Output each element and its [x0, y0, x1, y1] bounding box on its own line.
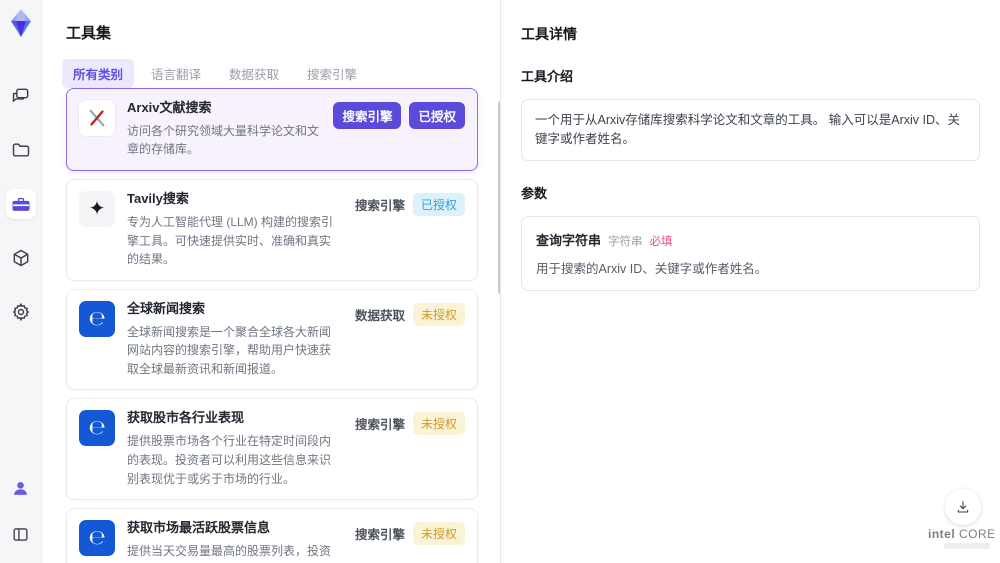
tool-name: 获取市场最活跃股票信息 [127, 520, 271, 536]
blue-e-logo-icon: ℮ [79, 410, 115, 447]
sidebar-item-tools[interactable] [5, 189, 36, 219]
arxiv-logo-icon [79, 100, 115, 136]
category-tabs: 所有类别 语言翻译 数据获取 搜索引擎 [62, 59, 500, 88]
detail-title: 工具详情 [521, 26, 577, 42]
blue-e-logo-icon: ℮ [79, 520, 115, 557]
category-label: 数据获取 [354, 308, 405, 323]
tab-all-categories[interactable]: 所有类别 [62, 59, 135, 88]
intel-badge-sub [944, 543, 990, 549]
tool-description: 提供当天交易量最高的股票列表，投资者可以利用这些信息来识别流动性强的股票和潜在的… [127, 543, 332, 563]
tool-intro-text: 一个用于从Arxiv存储库搜索科学论文和文章的工具。 输入可以是Arxiv ID… [521, 99, 980, 161]
core-brand-text: CORE [959, 527, 996, 541]
tool-name: 获取股市各行业表现 [127, 410, 245, 426]
chat-icon [12, 88, 28, 103]
intel-core-logo: intel CORE [928, 527, 995, 549]
status-badge: 未授权 [412, 412, 465, 436]
intro-section-title: 工具介绍 [521, 69, 574, 84]
download-icon [957, 501, 969, 513]
params-section-title: 参数 [521, 185, 548, 201]
category-label: 搜索引擎 [354, 418, 405, 433]
tool-description: 提供股票市场各个行业在特定时间段内的表现。投资者可以利用这些信息来识别表现优于或… [127, 434, 332, 486]
tavily-star-icon: ✦ [79, 191, 115, 228]
intel-brand-text: intel [928, 527, 956, 541]
status-badge: 已授权 [412, 193, 465, 217]
tab-search-engine[interactable]: 搜索引擎 [296, 59, 368, 88]
param-card: 查询字符串 字符串 必填 用于搜索的Arxiv ID、关键字或作者姓名。 [521, 215, 980, 291]
tool-card-global-news[interactable]: ℮ 全球新闻搜索 全球新闻搜索是一个聚合全球各大新闻网站内容的搜索引擎，帮助用户… [66, 288, 478, 391]
param-required-flag: 必填 [649, 235, 673, 248]
category-label: 搜索引擎 [354, 528, 405, 543]
tool-detail-panel: 工具详情 工具介绍 一个用于从Arxiv存储库搜索科学论文和文章的工具。 输入可… [500, 0, 1000, 563]
app-logo-icon[interactable] [5, 7, 37, 39]
left-rail [0, 0, 42, 563]
tool-description: 全球新闻搜索是一个聚合全球各大新闻网站内容的搜索引擎，帮助用户快速获取全球最新资… [127, 324, 332, 376]
category-badge: 搜索引擎 [333, 102, 402, 129]
toolbox-icon [12, 197, 29, 211]
tool-list: Arxiv文献搜索 访问各个研究领域大量科学论文和文章的存储库。 搜索引擎 已授… [66, 88, 478, 563]
blue-e-logo-icon: ℮ [79, 300, 115, 337]
sidebar-item-models[interactable] [6, 243, 36, 273]
param-name: 查询字符串 [536, 232, 602, 248]
tool-card-tavily[interactable]: ✦ Tavily搜索 专为人工智能代理 (LLM) 构建的搜索引擎工具。可快速提… [66, 179, 478, 281]
tool-description: 专为人工智能代理 (LLM) 构建的搜索引擎工具。可快速提供实时、准确和真实的结… [127, 214, 334, 267]
folder-icon [12, 143, 29, 157]
param-type: 字符串 [608, 235, 643, 248]
tool-list-panel: 工具集 所有类别 语言翻译 数据获取 搜索引擎 Arxiv文献搜索 访问各个研究… [42, 0, 506, 563]
category-label: 搜索引擎 [354, 199, 405, 214]
tab-language-translation[interactable]: 语言翻译 [140, 59, 212, 88]
tool-card-sector-performance[interactable]: ℮ 获取股市各行业表现 提供股票市场各个行业在特定时间段内的表现。投资者可以利用… [66, 398, 478, 501]
cube-icon [13, 249, 28, 267]
tool-description: 访问各个研究领域大量科学论文和文章的存储库。 [127, 123, 320, 157]
sidebar-item-settings[interactable] [6, 297, 36, 327]
sidebar-item-chat[interactable] [6, 81, 36, 111]
status-badge: 未授权 [412, 302, 465, 326]
tool-name: 全球新闻搜索 [127, 300, 206, 316]
tool-name: Arxiv文献搜索 [127, 100, 212, 115]
status-badge: 未授权 [412, 522, 465, 546]
param-description: 用于搜索的Arxiv ID、关键字或作者姓名。 [536, 261, 768, 276]
tool-name: Tavily搜索 [127, 191, 189, 207]
status-badge: 已授权 [409, 102, 465, 129]
collapse-panel-button[interactable] [6, 519, 36, 549]
tab-data-fetch[interactable]: 数据获取 [218, 59, 290, 88]
sidebar-item-files[interactable] [6, 135, 36, 165]
download-button[interactable] [945, 489, 981, 525]
panel-toggle-icon [13, 527, 28, 541]
tool-card-most-active-stocks[interactable]: ℮ 获取市场最活跃股票信息 提供当天交易量最高的股票列表，投资者可以利用这些信息… [66, 508, 478, 563]
avatar-icon [14, 481, 27, 495]
user-avatar[interactable] [6, 473, 36, 503]
page-title: 工具集 [66, 25, 112, 42]
tool-card-arxiv[interactable]: Arxiv文献搜索 访问各个研究领域大量科学论文和文章的存储库。 搜索引擎 已授… [66, 88, 478, 172]
settings-icon [12, 302, 29, 322]
